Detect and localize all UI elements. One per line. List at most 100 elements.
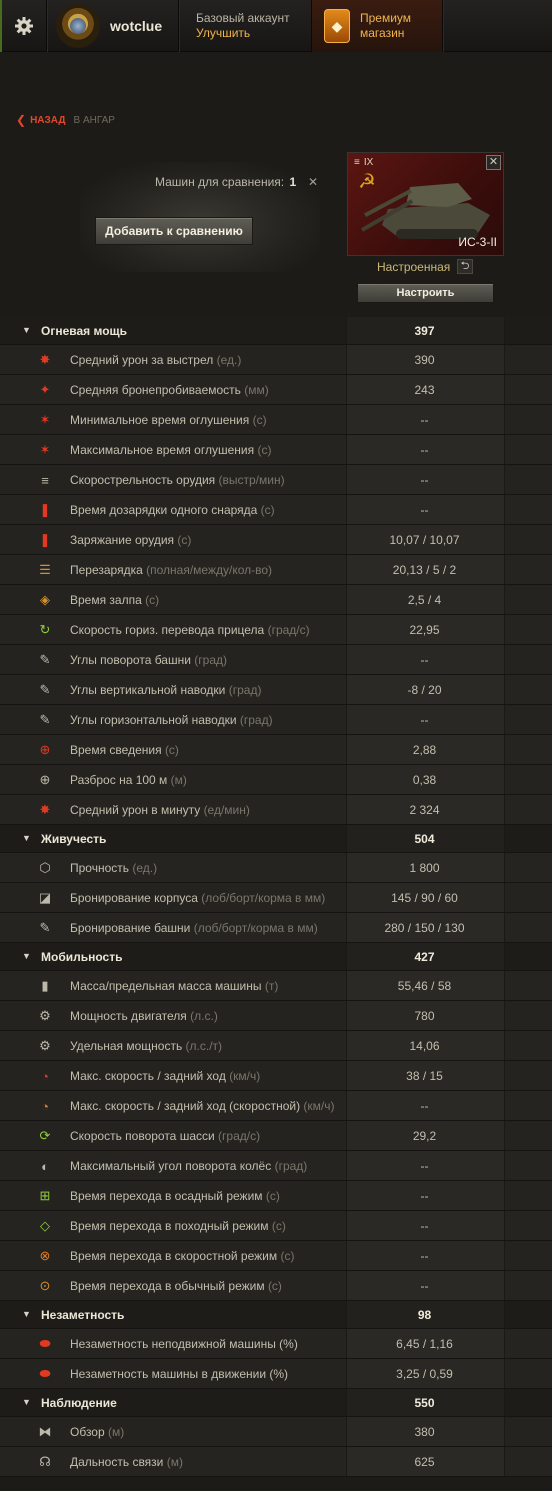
dispersion-icon: ⊕ [39, 772, 51, 787]
chevron-down-icon: ▼ [22, 325, 31, 335]
stat-unit: (с) [260, 503, 275, 517]
stat-row: ✶ Минимальное время оглушения (с) -- [0, 405, 552, 435]
travel-mode-icon: ◇ [40, 1218, 50, 1233]
stat-name: Незаметность машины в движении (%) [70, 1367, 289, 1381]
turret-armor-icon: ✎ [39, 920, 51, 935]
stat-name: Разброс на 100 м [70, 773, 168, 787]
stat-name: Время перехода в осадный режим [70, 1189, 263, 1203]
account-status[interactable]: Базовый аккаунт Улучшить [186, 0, 308, 52]
profile-button[interactable]: wotclue [48, 0, 178, 52]
aim-traverse-icon: ↻ [39, 622, 51, 637]
section-score: 98 [417, 1308, 432, 1322]
stat-label: Время сведения (с) [70, 743, 179, 757]
stat-value: 1 800 [409, 861, 440, 875]
stat-label: Незаметность неподвижной машины (%) [70, 1337, 298, 1351]
hull-armor-icon: ◪ [38, 890, 52, 905]
stat-name: Мощность двигателя [70, 1009, 187, 1023]
settings-button[interactable] [0, 0, 46, 52]
stat-name: Время сведения [70, 743, 162, 757]
clear-compare-button[interactable]: ✕ [305, 174, 321, 190]
stat-label: Скорострельность орудия (выстр/мин) [70, 473, 285, 487]
section-header[interactable]: ▼ Наблюдение 550 [0, 1389, 552, 1417]
stat-row: ◔ Макс. скорость / задний ход (скоростной… [0, 1091, 552, 1121]
stat-unit: (л.с.) [190, 1009, 218, 1023]
stat-value: -- [420, 473, 429, 487]
section-title: Наблюдение [41, 1396, 117, 1410]
stun-max-icon: ✶ [39, 442, 51, 457]
stat-row: ◇ Время перехода в походный режим (с) -- [0, 1211, 552, 1241]
camo-moving-icon: ⬬ [39, 1366, 51, 1381]
stat-unit: (с) [164, 743, 179, 757]
stat-unit: (выстр/мин) [218, 473, 285, 487]
account-type: Базовый аккаунт [196, 11, 290, 25]
stat-row: ❚ Заряжание орудия (с) 10,07 / 10,07 [0, 525, 552, 555]
horizontal-aim-icon: ✎ [39, 712, 51, 727]
stat-label: Время перехода в скоростной режим (с) [70, 1249, 294, 1263]
stat-value: -- [420, 413, 429, 427]
compare-count-label: Машин для сравнения: [155, 175, 285, 189]
stat-label: Средняя бронепробиваемость (мм) [70, 383, 269, 397]
dpm-icon: ✸ [39, 802, 51, 817]
remove-tank-button[interactable]: ✕ [486, 155, 501, 170]
stat-name: Скорость поворота шасси [70, 1129, 215, 1143]
stat-label: Масса/предельная масса машины (т) [70, 979, 278, 993]
section-header[interactable]: ▼ Мобильность 427 [0, 943, 552, 971]
stat-value: -- [420, 1159, 429, 1173]
salvo-icon: ◈ [40, 592, 50, 607]
stat-unit: (ед.) [132, 861, 158, 875]
reset-config-icon[interactable]: ⮌ [457, 259, 473, 274]
clip-reload-icon: ☰ [39, 562, 51, 577]
stat-value: 20,13 / 5 / 2 [392, 563, 457, 577]
section-score: 397 [414, 324, 435, 338]
normal-mode-icon: ⊙ [39, 1278, 51, 1293]
stat-row: ✸ Средний урон за выстрел (ед.) 390 [0, 345, 552, 375]
stat-unit: (град/с) [218, 1129, 261, 1143]
stat-name: Обзор [70, 1425, 105, 1439]
stat-name: Минимальное время оглушения [70, 413, 250, 427]
stat-row: ✸ Средний урон в минуту (ед/мин) 2 324 [0, 795, 552, 825]
stat-name: Время залпа [70, 593, 142, 607]
stat-row: ⚙ Мощность двигателя (л.с.) 780 [0, 1001, 552, 1031]
stat-name: Максимальное время оглушения [70, 443, 255, 457]
stat-value: -- [420, 1219, 429, 1233]
stat-unit: (т) [264, 979, 279, 993]
add-to-compare-button[interactable]: Добавить к сравнению [95, 217, 253, 245]
stat-value: -- [420, 1249, 429, 1263]
premium-shop-button[interactable]: ◆ Премиум магазин [312, 0, 442, 52]
stat-name: Незаметность неподвижной машины (%) [70, 1337, 298, 1351]
stat-row: ⊕ Разброс на 100 м (м) 0,38 [0, 765, 552, 795]
stat-value: 3,25 / 0,59 [396, 1367, 453, 1381]
stat-unit: (лоб/борт/корма в мм) [193, 921, 318, 935]
configure-button[interactable]: Настроить [357, 283, 494, 303]
section-header[interactable]: ▼ Незаметность 98 [0, 1301, 552, 1329]
section-header[interactable]: ▼ Огневая мощь 397 [0, 317, 552, 345]
stat-value: -- [420, 503, 429, 517]
stat-name: Углы поворота башни [70, 653, 191, 667]
back-link[interactable]: ❮ НАЗАД В АНГАР [16, 113, 115, 127]
stat-value: -- [420, 1099, 429, 1113]
stat-name: Бронирование башни [70, 921, 191, 935]
compare-count: Машин для сравнения: 1 [155, 175, 296, 189]
stat-unit: (ед.) [216, 353, 242, 367]
stat-row: ⚙ Удельная мощность (л.с./т) 14,06 [0, 1031, 552, 1061]
premium-shop-label-2: магазин [360, 26, 405, 40]
section-title: Живучесть [41, 832, 107, 846]
stat-name: Средний урон за выстрел [70, 353, 214, 367]
penetration-icon: ✦ [39, 382, 51, 397]
fast-mode-icon: ⊗ [39, 1248, 51, 1263]
section-header[interactable]: ▼ Живучесть 504 [0, 825, 552, 853]
siege-mode-icon: ⊞ [39, 1188, 51, 1203]
damage-icon: ✸ [39, 352, 51, 367]
stat-unit: (полная/между/кол-во) [146, 563, 273, 577]
stat-label: Время перехода в обычный режим (с) [70, 1279, 282, 1293]
stat-unit: (с) [145, 593, 160, 607]
chevron-left-icon: ❮ [16, 113, 27, 127]
stat-label: Углы вертикальной наводки (град) [70, 683, 261, 697]
stat-label: Скорость поворота шасси (град/с) [70, 1129, 260, 1143]
stat-value: -- [420, 1189, 429, 1203]
username: wotclue [110, 18, 163, 34]
upgrade-link[interactable]: Улучшить [196, 26, 250, 41]
elevation-icon: ✎ [39, 682, 51, 697]
section-score: 427 [414, 950, 435, 964]
stat-name: Углы горизонтальной наводки [70, 713, 237, 727]
